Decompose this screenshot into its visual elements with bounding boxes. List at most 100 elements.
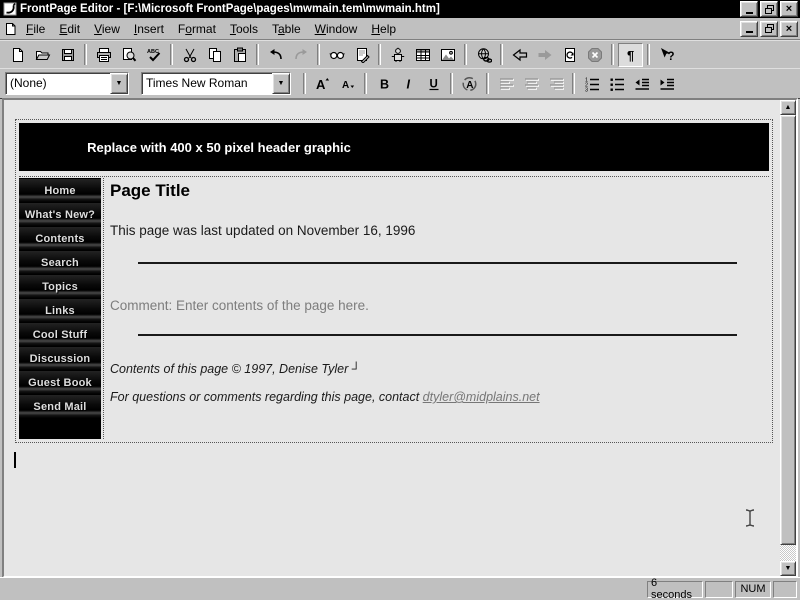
insert-table-button[interactable]: [410, 43, 435, 67]
nav-button-discussion[interactable]: Discussion: [19, 347, 101, 370]
page-content[interactable]: Page Title This page was last updated on…: [103, 178, 769, 439]
insert-webbot-button[interactable]: [385, 43, 410, 67]
child-restore-button[interactable]: [760, 21, 778, 37]
menu-edit[interactable]: Edit: [52, 20, 87, 38]
close-button[interactable]: ×: [780, 1, 798, 17]
vertical-scrollbar[interactable]: ▲ ▼: [780, 100, 796, 576]
decrease-indent-button[interactable]: [629, 72, 654, 96]
show-format-marks-button[interactable]: ¶: [618, 43, 643, 67]
insert-table-icon: [415, 47, 431, 63]
frontpage-app-icon[interactable]: [3, 2, 17, 16]
font-dropdown-button[interactable]: ▼: [272, 73, 290, 94]
nav-button-cool-stuff[interactable]: Cool Stuff: [19, 323, 101, 346]
horizontal-rule[interactable]: [138, 334, 737, 336]
save-button[interactable]: [55, 43, 80, 67]
nav-button-guest-book[interactable]: Guest Book: [19, 371, 101, 394]
menu-tools[interactable]: Tools: [223, 20, 265, 38]
check-spelling-button[interactable]: ABC: [141, 43, 166, 67]
text-color-button[interactable]: A: [457, 72, 482, 96]
toolbar-separator: [364, 73, 367, 94]
align-left-button[interactable]: [493, 72, 518, 96]
increase-indent-icon: [659, 76, 675, 92]
paste-button[interactable]: [227, 43, 252, 67]
increase-text-size-icon: A: [315, 76, 331, 92]
document-window-icon[interactable]: [4, 22, 17, 36]
menu-view[interactable]: View: [87, 20, 127, 38]
menu-window[interactable]: Window: [308, 20, 365, 38]
menu-format[interactable]: Format: [171, 20, 223, 38]
page-title[interactable]: Page Title: [110, 181, 767, 201]
print-button[interactable]: [91, 43, 116, 67]
template-table[interactable]: Replace with 400 x 50 pixel header graph…: [15, 119, 773, 443]
increase-text-size-button[interactable]: A: [310, 72, 335, 96]
child-minimize-button[interactable]: [740, 21, 758, 37]
increase-indent-button[interactable]: [654, 72, 679, 96]
back-button[interactable]: [507, 43, 532, 67]
svg-text:I: I: [406, 77, 410, 91]
menu-insert[interactable]: Insert: [127, 20, 171, 38]
refresh-button[interactable]: [557, 43, 582, 67]
align-right-button[interactable]: [543, 72, 568, 96]
font-family-combo[interactable]: Times New Roman ▼: [141, 72, 291, 95]
menu-help[interactable]: Help: [364, 20, 403, 38]
toolbar-separator: [256, 44, 259, 65]
status-panel-blank: [705, 581, 733, 598]
numbered-list-button[interactable]: 123: [579, 72, 604, 96]
italic-icon: I: [401, 76, 417, 92]
print-icon: [96, 47, 112, 63]
create-hyperlink-button[interactable]: [471, 43, 496, 67]
show-frontpage-explorer-button[interactable]: [324, 43, 349, 67]
email-link[interactable]: dtyler@midplains.net: [423, 390, 540, 404]
nav-button-whats-new[interactable]: What's New?: [19, 203, 101, 226]
nav-button-topics[interactable]: Topics: [19, 275, 101, 298]
bulleted-list-icon: [609, 76, 625, 92]
decrease-text-size-button[interactable]: A: [335, 72, 360, 96]
last-updated-line[interactable]: This page was last updated on November 1…: [110, 223, 767, 238]
copy-button[interactable]: [202, 43, 227, 67]
scrollbar-thumb[interactable]: [780, 115, 796, 545]
print-preview-button[interactable]: [116, 43, 141, 67]
scroll-up-button[interactable]: ▲: [780, 100, 796, 115]
titlebar[interactable]: FrontPage Editor - [F:\Microsoft FrontPa…: [0, 0, 800, 18]
header-banner[interactable]: Replace with 400 x 50 pixel header graph…: [19, 123, 769, 171]
undo-button[interactable]: [263, 43, 288, 67]
document-canvas[interactable]: Replace with 400 x 50 pixel header graph…: [4, 100, 780, 576]
toolbar-separator: [84, 44, 87, 65]
bold-button[interactable]: B: [371, 72, 396, 96]
align-center-button[interactable]: [518, 72, 543, 96]
comment-line[interactable]: Comment: Enter contents of the page here…: [110, 298, 767, 313]
nav-button-contents[interactable]: Contents: [19, 227, 101, 250]
page-footer[interactable]: Contents of this page © 1997, Denise Tyl…: [110, 362, 767, 405]
paragraph-style-combo[interactable]: (None) ▼: [5, 72, 129, 95]
cut-button[interactable]: [177, 43, 202, 67]
copyright-line[interactable]: Contents of this page © 1997, Denise Tyl…: [110, 362, 767, 377]
bulleted-list-button[interactable]: [604, 72, 629, 96]
minimize-button[interactable]: [740, 1, 758, 17]
help-button[interactable]: ?: [654, 43, 679, 67]
style-dropdown-button[interactable]: ▼: [110, 73, 128, 94]
horizontal-rule[interactable]: [138, 262, 737, 264]
nav-button-send-mail[interactable]: Send Mail: [19, 395, 101, 418]
scroll-down-button[interactable]: ▼: [780, 561, 796, 576]
nav-button-links[interactable]: Links: [19, 299, 101, 322]
check-spelling-icon: ABC: [146, 47, 162, 63]
window-title: FrontPage Editor - [F:\Microsoft FrontPa…: [20, 3, 738, 15]
nav-button-home[interactable]: Home: [19, 179, 101, 202]
restore-button[interactable]: [760, 1, 778, 17]
forward-button[interactable]: [532, 43, 557, 67]
new-page-button[interactable]: [5, 43, 30, 67]
open-button[interactable]: [30, 43, 55, 67]
insert-image-button[interactable]: [435, 43, 460, 67]
close-icon: ×: [786, 4, 792, 14]
redo-button[interactable]: [288, 43, 313, 67]
child-close-button[interactable]: ×: [780, 21, 798, 37]
show-todo-list-button[interactable]: [349, 43, 374, 67]
underline-button[interactable]: U: [421, 72, 446, 96]
template-body-row: Home What's New? Contents Search Topics …: [19, 176, 769, 439]
stop-button[interactable]: [582, 43, 607, 67]
menu-file[interactable]: File: [19, 20, 52, 38]
contact-line[interactable]: For questions or comments regarding this…: [110, 390, 767, 405]
italic-button[interactable]: I: [396, 72, 421, 96]
menu-table[interactable]: Table: [265, 20, 308, 38]
nav-button-search[interactable]: Search: [19, 251, 101, 274]
